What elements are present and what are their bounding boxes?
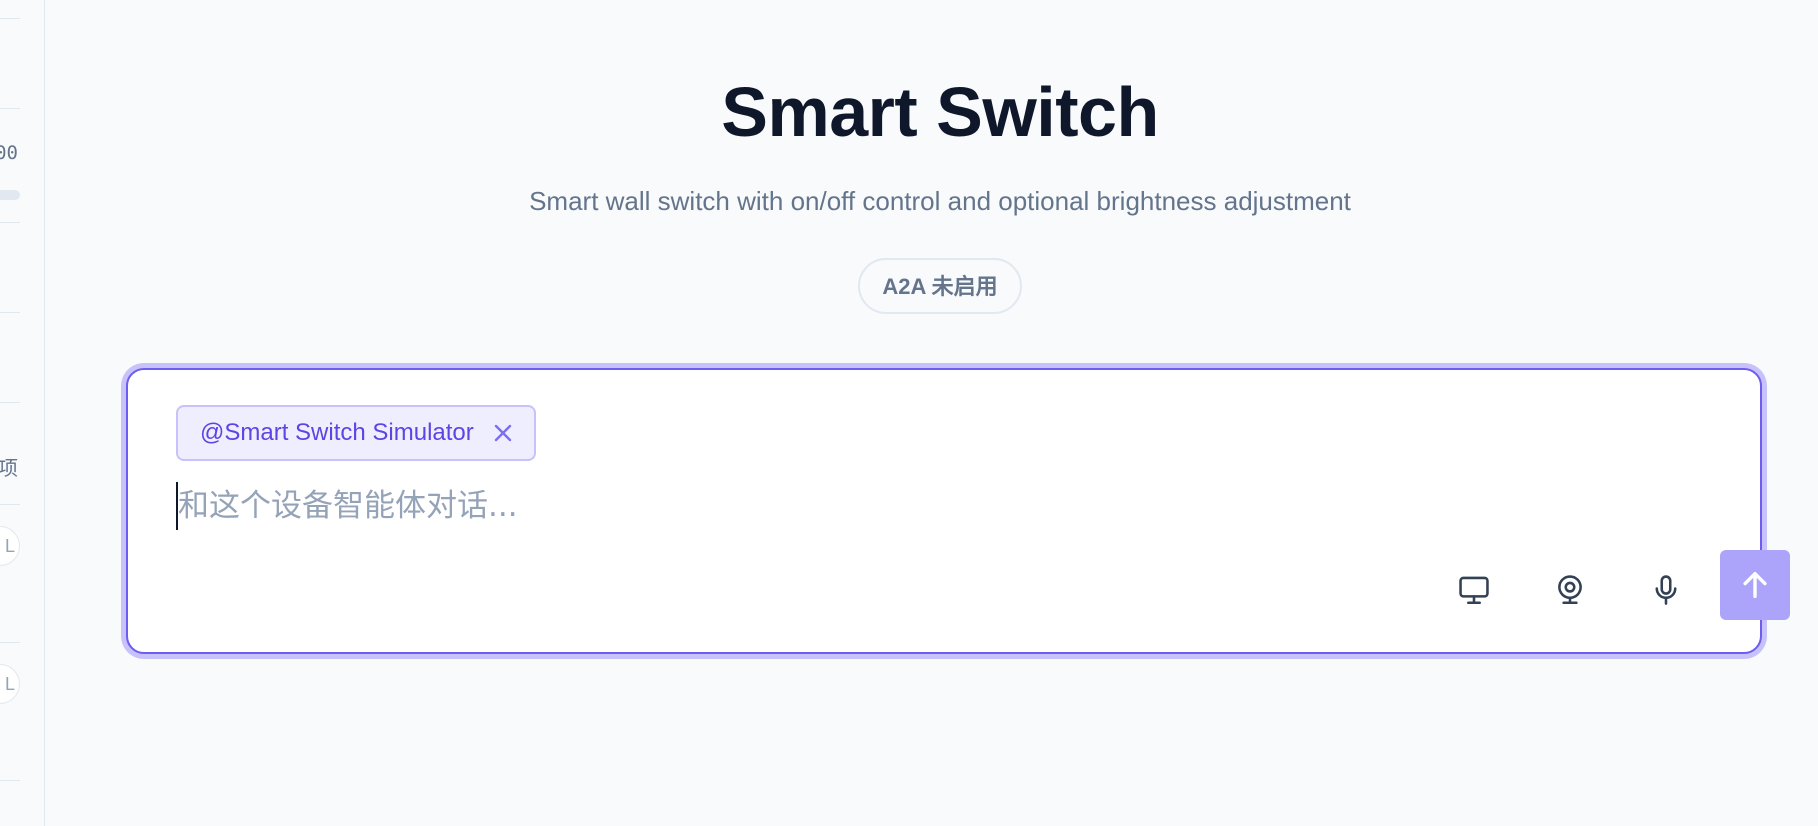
main-panel: Smart Switch Smart wall switch with on/o… bbox=[46, 0, 1818, 826]
sidebar-divider bbox=[0, 402, 20, 403]
microphone-icon bbox=[1655, 575, 1677, 605]
sidebar-item-label: 项 bbox=[0, 458, 18, 480]
a2a-status-badge: A2A 未启用 bbox=[858, 258, 1022, 314]
send-button[interactable] bbox=[1720, 550, 1790, 620]
sidebar-divider bbox=[0, 642, 20, 643]
sidebar-progress-bar bbox=[0, 190, 20, 200]
monitor-icon bbox=[1459, 576, 1489, 605]
sidebar-pill-button[interactable]: L bbox=[0, 526, 20, 566]
mention-chip: @Smart Switch Simulator bbox=[176, 405, 536, 461]
sidebar-divider bbox=[0, 18, 20, 19]
close-icon bbox=[494, 424, 511, 442]
chat-composer: @Smart Switch Simulator bbox=[126, 368, 1790, 654]
message-input[interactable] bbox=[176, 482, 1476, 530]
page-title: Smart Switch bbox=[721, 73, 1159, 151]
camera-button[interactable] bbox=[1536, 556, 1604, 624]
mention-label: @Smart Switch Simulator bbox=[200, 419, 474, 446]
sidebar-divider bbox=[0, 312, 20, 313]
sidebar-divider bbox=[0, 504, 20, 505]
remove-mention-button[interactable] bbox=[492, 422, 514, 444]
page-subtitle: Smart wall switch with on/off control an… bbox=[529, 186, 1351, 216]
badge-container: A2A 未启用 bbox=[46, 258, 1818, 314]
sidebar-pill-button[interactable]: L bbox=[0, 664, 20, 704]
webcam-icon bbox=[1558, 575, 1582, 605]
arrow-up-icon bbox=[1743, 571, 1767, 599]
sidebar: 00 项 L L bbox=[0, 0, 45, 826]
voice-input-button[interactable] bbox=[1632, 556, 1700, 624]
sidebar-divider bbox=[0, 780, 20, 781]
screen-share-button[interactable] bbox=[1440, 556, 1508, 624]
sidebar-divider bbox=[0, 108, 20, 109]
sidebar-item-value: 00 bbox=[0, 142, 18, 164]
sidebar-divider bbox=[0, 222, 20, 223]
